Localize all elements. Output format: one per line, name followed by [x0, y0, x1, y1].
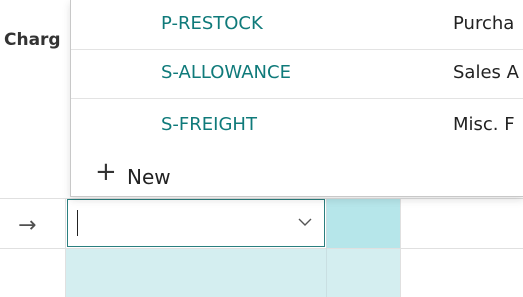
arrow-right-icon: → — [18, 213, 37, 238]
new-label: New — [127, 165, 171, 189]
chevron-down-icon[interactable] — [298, 215, 312, 229]
text-caret — [77, 210, 78, 236]
selected-cell[interactable] — [327, 199, 400, 248]
item-code[interactable]: P-RESTOCK — [161, 13, 263, 34]
column-header: Charg — [4, 30, 61, 50]
row-cell[interactable] — [66, 249, 326, 297]
item-description: Sales A — [453, 62, 519, 83]
item-description: Purcha — [453, 13, 515, 34]
row-marker-current[interactable]: → — [0, 199, 64, 248]
item-description: Misc. F — [453, 114, 515, 135]
new-button[interactable]: + New — [71, 151, 523, 196]
row-cell[interactable] — [327, 249, 400, 297]
list-item[interactable]: P-RESTOCK Purcha — [71, 0, 523, 50]
list-item[interactable]: S-ALLOWANCE Sales A — [71, 49, 523, 99]
grid-line — [400, 198, 401, 297]
charge-code-input[interactable] — [67, 199, 325, 247]
item-code[interactable]: S-ALLOWANCE — [161, 62, 291, 83]
list-item[interactable]: S-FREIGHT Misc. F — [71, 98, 523, 159]
lookup-dropdown: P-RESTOCK Purcha S-ALLOWANCE Sales A S-F… — [70, 0, 523, 197]
cell-divider — [326, 199, 327, 297]
item-code[interactable]: S-FREIGHT — [161, 114, 257, 135]
plus-icon: + — [95, 157, 117, 187]
